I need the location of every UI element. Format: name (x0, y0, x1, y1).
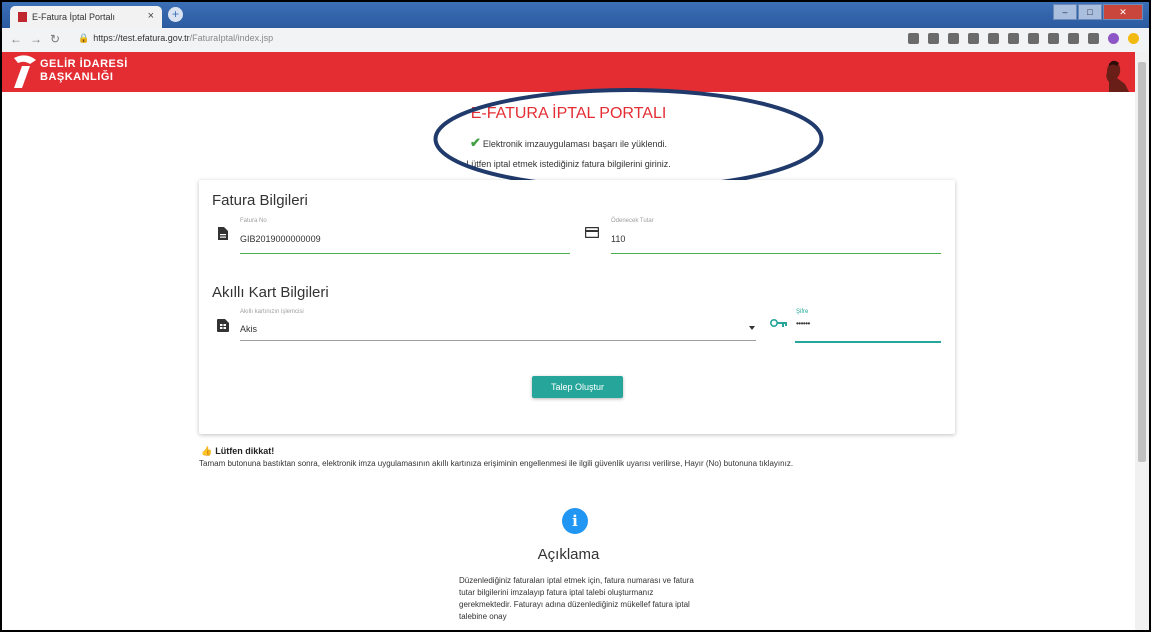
extensions-toolbar (908, 33, 1139, 44)
annotation-ellipse (433, 88, 824, 190)
tab-title: E-Fatura İptal Portalı (32, 12, 116, 22)
document-icon (218, 227, 228, 240)
processor-underline (240, 340, 756, 341)
password-input[interactable]: •••••• (796, 319, 810, 328)
processor-label: Akıllı kartınızın işlemcisi (240, 309, 304, 315)
create-request-button[interactable]: Talep Oluştur (532, 376, 623, 398)
extension-icon[interactable] (1048, 33, 1059, 44)
amount-underline (611, 253, 941, 254)
favicon-icon (18, 12, 27, 22)
notice-title: 👍 Lütfen dikkat! (201, 446, 274, 457)
lock-icon: 🔒 (78, 33, 90, 43)
brand-line1: GELİR İDARESİ (40, 58, 128, 70)
browser-window: E-Fatura İptal Portalı × + – □ ✕ ← → ↻ 🔒… (0, 0, 1151, 632)
window-controls: – □ ✕ (1053, 4, 1143, 20)
browser-tab[interactable]: E-Fatura İptal Portalı × (10, 6, 162, 28)
invoice-no-input[interactable]: GIB2019000000009 (240, 234, 321, 244)
gib-logo-icon (14, 55, 36, 88)
password-underline (795, 341, 941, 343)
extension-icon[interactable] (968, 33, 979, 44)
thumbs-up-icon: 👍 (201, 446, 213, 456)
invoice-no-underline (240, 253, 570, 254)
description-title: Açıklama (537, 546, 600, 563)
extension-icon[interactable] (1028, 33, 1039, 44)
url-path: /FaturaIptal/index.jsp (189, 33, 274, 43)
extension-icon[interactable] (1088, 33, 1099, 44)
extension-icon[interactable] (1008, 33, 1019, 44)
notice-text: Tamam butonuna bastıktan sonra, elektron… (199, 459, 794, 468)
ataturk-silhouette-icon (1106, 60, 1129, 92)
extension-icon[interactable] (988, 33, 999, 44)
scrollbar-thumb[interactable] (1138, 62, 1146, 462)
key-extension-icon[interactable] (908, 33, 919, 44)
new-tab-button[interactable]: + (168, 7, 183, 22)
profile-avatar-icon[interactable] (1108, 33, 1119, 44)
tab-close-button[interactable]: × (148, 10, 154, 22)
maximize-button[interactable]: □ (1078, 4, 1102, 20)
amount-label: Ödenecek Tutar (611, 218, 654, 224)
back-arrow-icon[interactable]: ← (10, 32, 22, 46)
smartcard-section-title: Akıllı Kart Bilgileri (212, 284, 329, 301)
star-bookmark-icon[interactable] (928, 33, 939, 44)
close-window-button[interactable]: ✕ (1103, 4, 1143, 20)
key-icon (770, 319, 787, 327)
forward-arrow-icon[interactable]: → (30, 32, 42, 46)
amount-input[interactable]: 110 (611, 234, 625, 244)
address-bar: ← → ↻ 🔒 https://test.efatura.gov.tr/Fatur… (2, 28, 1149, 53)
notice-title-text: Lütfen dikkat! (215, 446, 275, 456)
url-host: https://test.efatura.gov.tr (93, 33, 190, 43)
info-icon: i (562, 508, 588, 534)
reload-icon[interactable]: ↻ (50, 32, 60, 46)
brand-name: GELİR İDARESİ BAŞKANLIĞI (40, 58, 128, 84)
menu-badge-icon[interactable] (1128, 33, 1139, 44)
browser-titlebar: E-Fatura İptal Portalı × + – □ ✕ (2, 2, 1149, 28)
minimize-button[interactable]: – (1053, 4, 1077, 20)
description-body: Düzenlediğiniz faturaları iptal etmek iç… (459, 576, 694, 621)
password-label: Şifre (796, 309, 809, 315)
processor-select[interactable]: Akis (240, 324, 257, 334)
brand-line2: BAŞKANLIĞI (40, 71, 114, 83)
extension-icon[interactable] (1068, 33, 1079, 44)
dropdown-arrow-icon[interactable] (749, 326, 755, 330)
credit-card-icon (585, 227, 599, 238)
sim-card-icon (217, 319, 229, 332)
url-field[interactable]: 🔒 https://test.efatura.gov.tr/FaturaIptal… (78, 33, 273, 44)
profile-extension-icon[interactable] (948, 33, 959, 44)
invoice-no-label: Fatura No (240, 218, 267, 224)
form-card: Fatura Bilgileri Fatura No GIB2019000000… (199, 180, 955, 434)
invoice-section-title: Fatura Bilgileri (212, 192, 308, 209)
page-scrollbar[interactable] (1135, 52, 1149, 630)
